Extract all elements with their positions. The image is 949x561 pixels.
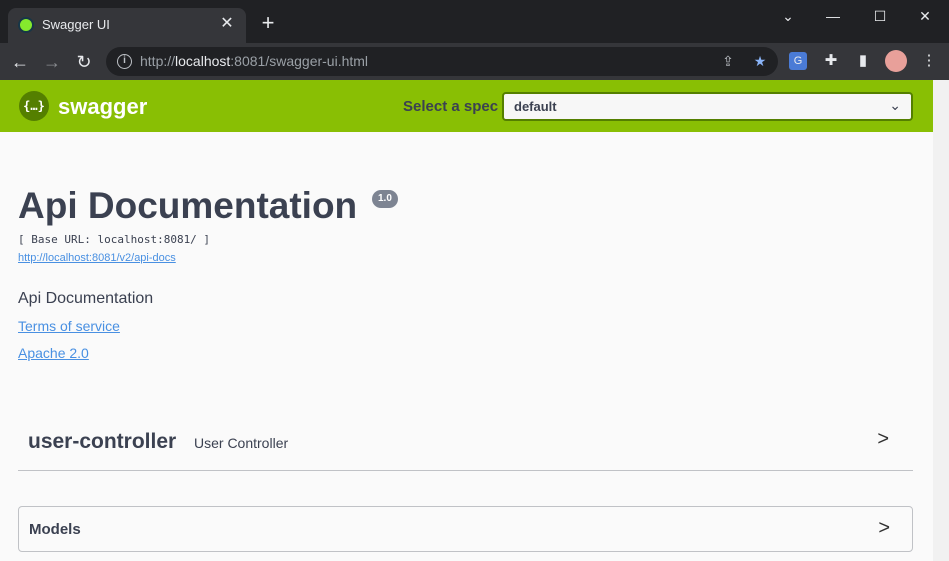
menu-kebab-icon[interactable]: ⋮ xyxy=(918,50,940,72)
chevron-down-icon: ⌄ xyxy=(889,97,901,113)
spec-select-label: Select a spec xyxy=(403,98,499,115)
address-bar[interactable]: i http://localhost:8081/swagger-ui.html … xyxy=(106,47,778,76)
bookmark-star-icon[interactable]: ★ xyxy=(751,52,769,70)
extensions-puzzle-icon[interactable]: ✚ xyxy=(820,50,842,72)
swagger-logo-icon[interactable]: {…} xyxy=(19,91,49,121)
base-url: [ Base URL: localhost:8081/ ] xyxy=(18,233,211,246)
share-icon[interactable]: ⇪ xyxy=(719,52,737,70)
swagger-favicon-icon xyxy=(18,17,34,33)
browser-toolbar: ← → ↻ i http://localhost:8081/swagger-ui… xyxy=(0,43,949,80)
maximize-button[interactable]: ☐ xyxy=(860,4,900,28)
spec-select[interactable]: default ⌄ xyxy=(502,92,913,121)
tab-close-button[interactable]: ✕ xyxy=(216,13,238,35)
chevron-right-icon[interactable]: > xyxy=(878,517,890,540)
tag-name: user-controller xyxy=(28,430,177,453)
spec-select-value: default xyxy=(514,99,557,114)
api-title: Api Documentation xyxy=(18,185,358,226)
tab-search-icon[interactable]: ⌄ xyxy=(768,4,808,28)
new-tab-button[interactable]: + xyxy=(256,12,280,36)
minimize-button[interactable]: — xyxy=(813,4,853,28)
close-window-button[interactable]: ✕ xyxy=(905,4,945,28)
api-description: Api Documentation xyxy=(18,290,154,307)
browser-tabbar: Swagger UI ✕ + ⌄ — ☐ ✕ xyxy=(0,0,949,43)
tag-section-user-controller[interactable]: user-controller User Controller > xyxy=(18,418,913,471)
url-text[interactable]: http://localhost:8081/swagger-ui.html xyxy=(140,53,368,69)
translate-icon[interactable]: G xyxy=(789,52,807,70)
swagger-topbar: {…} swagger Select a spec default ⌄ xyxy=(0,80,933,132)
swagger-brand[interactable]: swagger xyxy=(58,94,147,120)
reload-icon[interactable]: ↻ xyxy=(71,49,97,75)
license-link[interactable]: Apache 2.0 xyxy=(18,345,89,361)
back-icon[interactable]: ← xyxy=(7,49,33,75)
terms-of-service-link[interactable]: Terms of service xyxy=(18,318,120,334)
api-docs-link[interactable]: http://localhost:8081/v2/api-docs xyxy=(18,252,176,264)
profile-avatar[interactable] xyxy=(885,50,907,72)
site-info-icon[interactable]: i xyxy=(117,54,132,69)
browser-tab[interactable]: Swagger UI ✕ xyxy=(8,8,246,43)
version-badge: 1.0 xyxy=(372,190,398,208)
side-panel-icon[interactable]: ▮ xyxy=(852,50,874,72)
forward-icon[interactable]: → xyxy=(39,49,65,75)
tag-description: User Controller xyxy=(194,435,289,451)
models-section[interactable]: Models > xyxy=(18,506,913,552)
models-label: Models xyxy=(29,521,81,538)
page-scrollbar[interactable] xyxy=(933,80,949,561)
chevron-right-icon[interactable]: > xyxy=(877,428,889,451)
tab-title: Swagger UI xyxy=(42,17,110,32)
